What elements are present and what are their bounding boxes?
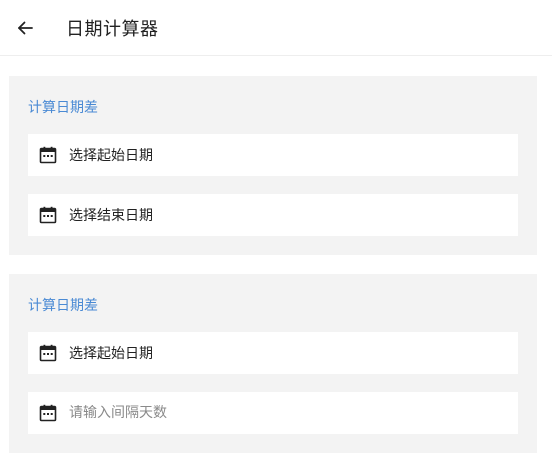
back-button[interactable] <box>13 16 37 40</box>
card-title: 计算日期差 <box>28 100 98 116</box>
calendar-icon <box>39 344 57 362</box>
date-difference-card: 计算日期差 选择起始日期 选择结束日期 <box>9 76 537 255</box>
card-title: 计算日期差 <box>28 298 98 314</box>
start-date-picker[interactable]: 选择起始日期 <box>28 134 518 176</box>
date-offset-card: 计算日期差 选择起始日期 <box>9 274 537 453</box>
start-date-label: 选择起始日期 <box>69 148 153 164</box>
start-date-picker[interactable]: 选择起始日期 <box>28 332 518 374</box>
interval-days-input[interactable] <box>69 405 489 421</box>
calendar-icon <box>39 404 57 422</box>
interval-days-field[interactable] <box>28 392 518 434</box>
calendar-icon <box>39 206 57 224</box>
date-calculator-screen: 日期计算器 计算日期差 选择起始日期 选择结束日期 计算日期差 选择起始日期 请… <box>0 0 552 463</box>
calendar-icon <box>39 146 57 164</box>
arrow-left-icon <box>18 21 33 34</box>
top-app-bar: 日期计算器 <box>0 0 552 56</box>
start-date-label: 选择起始日期 <box>69 346 153 362</box>
end-date-label: 选择结束日期 <box>69 208 153 224</box>
page-title: 日期计算器 <box>66 18 159 40</box>
end-date-picker[interactable]: 选择结束日期 <box>28 194 518 236</box>
